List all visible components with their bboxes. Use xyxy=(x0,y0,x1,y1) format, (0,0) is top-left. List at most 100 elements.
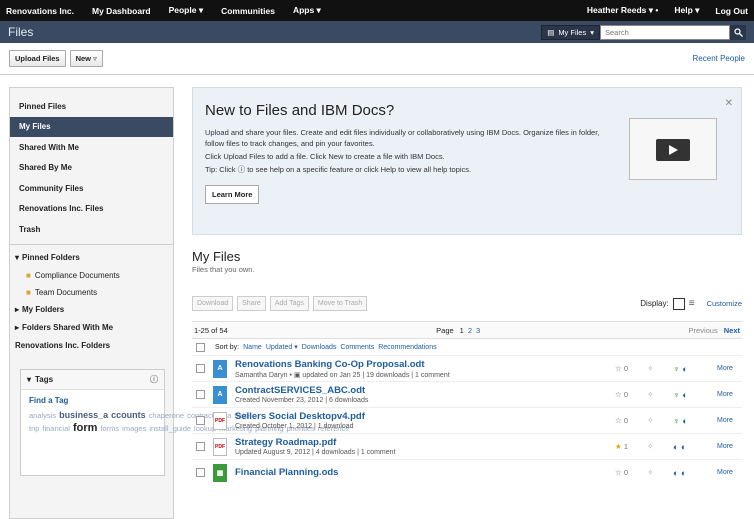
search-scope-dropdown[interactable]: ▤ My Files ▾ xyxy=(541,24,600,40)
sidebar-item-community-files[interactable]: Community Files xyxy=(10,178,173,199)
find-tag-link[interactable]: Find a Tag xyxy=(29,396,68,405)
add-tags-button[interactable]: Add Tags xyxy=(269,296,309,311)
sidebar-item-org-files[interactable]: Renovations Inc. Files xyxy=(10,199,173,220)
more-link[interactable]: More xyxy=(717,391,733,398)
nav-apps[interactable]: Apps ▾ xyxy=(293,5,321,16)
row-checkbox[interactable] xyxy=(196,364,205,373)
pin-icon[interactable]: ✧ xyxy=(647,442,673,451)
page-link[interactable]: 1 xyxy=(460,326,464,335)
file-row[interactable]: A Renovations Banking Co-Op Proposal.odt… xyxy=(192,355,742,381)
search-button[interactable] xyxy=(730,24,746,40)
share-button[interactable]: Share xyxy=(237,296,266,311)
file-row[interactable]: PDF Strategy Roadmap.pdf Updated August … xyxy=(192,433,742,459)
recent-people-link[interactable]: Recent People xyxy=(693,54,745,63)
more-link[interactable]: More xyxy=(717,417,733,424)
sidebar-item-trash[interactable]: Trash xyxy=(10,219,173,240)
row-checkbox[interactable] xyxy=(196,468,205,477)
pagination-bar: 1-25 of 54 Page 1 2 3 Previous Next xyxy=(192,321,742,339)
recommend-rating[interactable]: ☆ 0 xyxy=(615,468,647,477)
search-input[interactable] xyxy=(600,24,730,40)
tag-cloud: analysis business_a ccounts chaperone contra… xyxy=(21,405,349,475)
tag-link[interactable]: chaperone xyxy=(149,411,184,420)
row-checkbox[interactable] xyxy=(196,390,205,399)
user-menu[interactable]: Heather Reeds ▾ • xyxy=(587,5,659,16)
file-name[interactable]: Strategy Roadmap.pdf xyxy=(235,437,615,448)
list-view-icon[interactable]: ≡ xyxy=(689,298,695,309)
logout-link[interactable]: Log Out xyxy=(715,6,748,16)
customize-link[interactable]: Customize xyxy=(707,299,742,308)
pdf-icon: PDF xyxy=(213,411,227,430)
folder-item[interactable]: ■ Team Documents xyxy=(10,284,173,301)
next-link[interactable]: Next xyxy=(724,326,740,335)
pinned-folders-toggle[interactable]: ▾ Pinned Folders xyxy=(10,249,173,267)
upload-files-button[interactable]: Upload Files xyxy=(9,50,66,67)
folder-label: Team Documents xyxy=(34,287,98,297)
more-link[interactable]: More xyxy=(717,469,733,476)
tags-title: Tags xyxy=(35,374,54,384)
new-button[interactable]: New ▿ xyxy=(69,50,103,67)
file-meta: Created November 23, 2012 | 6 downloads xyxy=(235,397,369,404)
page-link[interactable]: 2 xyxy=(468,326,472,335)
learn-more-button[interactable]: Learn More xyxy=(205,185,260,204)
chevron-down-icon: ▾ xyxy=(27,374,32,384)
close-icon[interactable]: ✕ xyxy=(725,98,733,109)
tag-link[interactable]: forms xyxy=(100,424,119,433)
file-name[interactable]: Sellers Social Desktopv4.pdf xyxy=(235,411,615,422)
recommend-rating[interactable]: ☆ 0 xyxy=(615,364,647,373)
row-checkbox[interactable] xyxy=(196,442,205,451)
nav-people[interactable]: People ▾ xyxy=(169,5,204,16)
pin-icon[interactable]: ✧ xyxy=(647,468,673,477)
shared-folders-toggle[interactable]: ▸ Folders Shared With Me xyxy=(10,319,173,337)
sort-name[interactable]: Name xyxy=(243,344,262,351)
help-icon[interactable]: ⓘ xyxy=(150,374,158,385)
sidebar: Pinned Files My Files Shared With Me Sha… xyxy=(9,87,349,519)
file-name[interactable]: ContractSERVICES_ABC.odt xyxy=(235,385,615,396)
sort-downloads[interactable]: Downloads xyxy=(302,344,337,351)
video-thumbnail[interactable] xyxy=(629,118,717,180)
page-link[interactable]: 3 xyxy=(476,326,480,335)
my-folders-toggle[interactable]: ▸ My Folders xyxy=(10,301,173,319)
pin-icon[interactable]: ✧ xyxy=(647,416,673,425)
sidebar-item-shared-with-me[interactable]: Shared With Me xyxy=(10,137,173,158)
star-icon: ☆ xyxy=(615,390,622,399)
file-row[interactable]: ▦ Financial Planning.ods ☆ 0 ✧ ◐ ◐ More xyxy=(192,459,742,485)
tag-link[interactable]: ccounts xyxy=(111,410,146,420)
move-to-trash-button[interactable]: Move to Trash xyxy=(312,296,368,311)
help-menu[interactable]: Help ▾ xyxy=(674,5,699,16)
pin-icon[interactable]: ✧ xyxy=(647,364,673,373)
recommend-rating[interactable]: ★ 1 xyxy=(615,442,647,451)
files-section: My Files Files that you own. Download Sh… xyxy=(192,249,742,485)
sidebar-item-shared-by-me[interactable]: Shared By Me xyxy=(10,158,173,179)
file-row[interactable]: PDF Sellers Social Desktopv4.pdf Created… xyxy=(192,407,742,433)
tag-link[interactable]: business_a xyxy=(59,410,108,420)
previous-link[interactable]: Previous xyxy=(689,326,718,335)
tag-link[interactable]: images xyxy=(122,424,146,433)
tag-link[interactable]: form xyxy=(73,422,97,434)
sort-recommendations[interactable]: Recommendations xyxy=(378,344,436,351)
sort-comments[interactable]: Comments xyxy=(340,344,374,351)
nav-org[interactable]: Renovations Inc. xyxy=(6,6,74,16)
org-folders-link[interactable]: Renovations Inc. Folders xyxy=(10,337,173,355)
sidebar-item-pinned-files[interactable]: Pinned Files xyxy=(10,96,173,117)
pin-icon[interactable]: ✧ xyxy=(647,390,673,399)
sort-updated[interactable]: Updated ▾ xyxy=(266,343,298,351)
recommend-rating[interactable]: ☆ 0 xyxy=(615,390,647,399)
file-name[interactable]: Renovations Banking Co-Op Proposal.odt xyxy=(235,359,615,370)
file-row[interactable]: A ContractSERVICES_ABC.odt Created Novem… xyxy=(192,381,742,407)
recommend-rating[interactable]: ☆ 0 xyxy=(615,416,647,425)
file-name[interactable]: Financial Planning.ods xyxy=(235,467,615,478)
folder-item[interactable]: ■ Compliance Documents xyxy=(10,267,173,284)
sidebar-item-my-files[interactable]: My Files xyxy=(10,116,173,137)
row-checkbox[interactable] xyxy=(196,416,205,425)
tag-link[interactable]: analysis xyxy=(29,411,56,420)
nav-dashboard[interactable]: My Dashboard xyxy=(92,6,151,16)
search-scope-label: My Files xyxy=(558,27,587,37)
tag-link[interactable]: financial xyxy=(42,424,70,433)
more-link[interactable]: More xyxy=(717,365,733,372)
download-button[interactable]: Download xyxy=(192,296,234,311)
nav-communities[interactable]: Communities xyxy=(221,6,275,16)
tags-header[interactable]: ▾ Tags ⓘ xyxy=(21,369,164,390)
details-view-icon[interactable] xyxy=(672,297,685,310)
more-link[interactable]: More xyxy=(717,443,733,450)
select-all-checkbox[interactable] xyxy=(196,342,205,352)
